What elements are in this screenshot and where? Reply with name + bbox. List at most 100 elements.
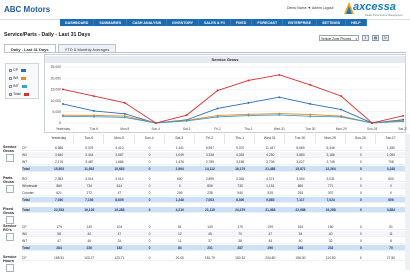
- table-cell: 7,003: [205, 197, 215, 202]
- data-point[interactable]: [154, 122, 157, 124]
- nav-item-fixed[interactable]: FIXED: [231, 19, 253, 26]
- table-cell: 5,376: [85, 145, 94, 150]
- data-point[interactable]: [309, 115, 312, 118]
- table-cell: 540: [237, 190, 243, 195]
- column-header[interactable]: Wed-31: [255, 134, 286, 144]
- user-menu[interactable]: Demo Name ▼ Admin Logout: [287, 6, 333, 10]
- column-header[interactable]: Sat-27: [376, 134, 407, 144]
- column-header[interactable]: Fri-2: [195, 134, 226, 144]
- table-cell: 1,049: [175, 152, 184, 157]
- table-cell: 272: [86, 190, 93, 195]
- data-point[interactable]: [309, 113, 312, 116]
- y-tick-label: 0: [59, 121, 61, 125]
- nav-item-summaries[interactable]: SUMMARIES: [94, 19, 128, 26]
- group-label: Service RO's: [3, 224, 17, 233]
- column-header[interactable]: Tue-30: [285, 134, 316, 144]
- data-point[interactable]: [278, 113, 281, 116]
- table-cell: 3,880: [296, 152, 305, 157]
- data-point[interactable]: [185, 119, 188, 122]
- data-point[interactable]: [92, 115, 95, 118]
- nav-item-forecast[interactable]: FORECAST: [252, 19, 284, 26]
- column-header[interactable]: Sun-28: [346, 134, 376, 144]
- nav-item-enterprise[interactable]: ENTERPRISE: [283, 19, 318, 26]
- data-point[interactable]: [62, 102, 64, 105]
- data-point[interactable]: [247, 101, 250, 104]
- table-cell: 61: [177, 224, 182, 229]
- data-point[interactable]: [247, 79, 250, 82]
- data-point[interactable]: [216, 89, 219, 92]
- data-point[interactable]: [247, 114, 250, 117]
- column-header[interactable]: Tue-6: [74, 134, 105, 144]
- chart-svg: 0 5,000 10,000 15,000 20,000 25,000 Yesterday T…: [51, 65, 407, 131]
- data-point[interactable]: [340, 95, 343, 98]
- table-cell: 6,997: [205, 145, 215, 150]
- export-icon[interactable]: ⇩: [362, 35, 369, 41]
- data-point[interactable]: [62, 115, 64, 118]
- data-point[interactable]: [216, 107, 219, 110]
- data-point[interactable]: [340, 115, 343, 118]
- table-cell: 3,064: [235, 176, 245, 181]
- data-point[interactable]: [123, 101, 126, 104]
- table-row: RO 2,983 3,014 3,014 0 600 2,895 3,064 4,074 3,09…: [22, 176, 406, 182]
- nav-item-cash-analysis[interactable]: CASH ANALYSIS: [127, 19, 168, 26]
- vehicle-zone-dropdown[interactable]: Vehicle Zone Phones ▾: [319, 35, 359, 41]
- nav-item-inventory[interactable]: INVENTORY: [167, 19, 199, 26]
- checkbox-icon[interactable]: [9, 92, 12, 96]
- table-cell: 0: [148, 166, 151, 171]
- row-label: Total: [22, 207, 30, 212]
- nav-item-settings[interactable]: SETTINGS: [317, 19, 347, 26]
- column-header[interactable]: Sun-4: [135, 134, 165, 144]
- mini-chart-icon[interactable]: [6, 185, 14, 193]
- table-cell: 204.80: [265, 255, 276, 260]
- scrollbar[interactable]: [405, 134, 410, 270]
- data-point[interactable]: [62, 88, 64, 91]
- column-header[interactable]: Thu-1: [225, 134, 256, 144]
- print-icon[interactable]: ▤: [372, 35, 379, 41]
- table-cell: 0: [148, 238, 151, 243]
- table-cell: 734: [86, 183, 93, 188]
- table-cell: 40: [298, 238, 303, 243]
- data-point[interactable]: [371, 122, 374, 124]
- data-point[interactable]: [309, 83, 312, 86]
- data-point[interactable]: [123, 116, 126, 119]
- y-tick-label: 5,000: [53, 110, 62, 114]
- x-tick-label: Tue-6: [90, 127, 98, 131]
- checkbox-icon[interactable]: [9, 76, 12, 80]
- table-cell: 238: [207, 190, 213, 195]
- mini-chart-icon[interactable]: [6, 216, 14, 224]
- table-cell: 11,447: [265, 145, 276, 150]
- legend-item-cp[interactable]: CP: [9, 68, 26, 72]
- mini-chart-icon[interactable]: [6, 264, 14, 272]
- column-header[interactable]: Mon-5: [104, 134, 135, 144]
- checkbox-icon[interactable]: [9, 68, 12, 72]
- table-cell: 32: [328, 238, 333, 243]
- nav-item-help[interactable]: HELP: [346, 19, 367, 26]
- checkbox-icon[interactable]: [9, 84, 12, 88]
- data-point[interactable]: [278, 73, 281, 76]
- mini-chart-icon[interactable]: [6, 154, 14, 162]
- data-point[interactable]: [123, 112, 126, 115]
- legend-item-int[interactable]: INT: [9, 84, 27, 88]
- column-header[interactable]: Yesterday: [44, 134, 75, 144]
- data-point[interactable]: [402, 120, 404, 123]
- table-row: CP 179 140 104 0 61 149 179 199 154 160 0 51: [22, 224, 406, 230]
- data-point[interactable]: [92, 95, 95, 98]
- legend-item-wi[interactable]: W/I: [9, 76, 27, 80]
- table-cell: 22,533: [54, 207, 65, 212]
- data-point[interactable]: [278, 96, 281, 99]
- nav-item-dashboard[interactable]: DASHBOARD: [60, 19, 95, 26]
- legend-item-total[interactable]: Total: [9, 92, 29, 96]
- table-cell: 860: [56, 183, 62, 188]
- mini-chart-icon[interactable]: [6, 233, 14, 241]
- column-header[interactable]: Sat-3: [165, 134, 195, 144]
- data-point[interactable]: [309, 102, 312, 105]
- data-point[interactable]: [185, 114, 188, 117]
- data-point[interactable]: [216, 115, 219, 118]
- data-point[interactable]: [340, 108, 343, 111]
- column-header[interactable]: Mon-29: [316, 134, 346, 144]
- data-point[interactable]: [92, 109, 95, 112]
- nav-item-sales-f-i[interactable]: SALES & F/I: [199, 19, 231, 26]
- refresh-icon[interactable]: ↻: [382, 35, 389, 41]
- data-point[interactable]: [402, 114, 404, 117]
- group-label: Service Gross: [3, 145, 17, 154]
